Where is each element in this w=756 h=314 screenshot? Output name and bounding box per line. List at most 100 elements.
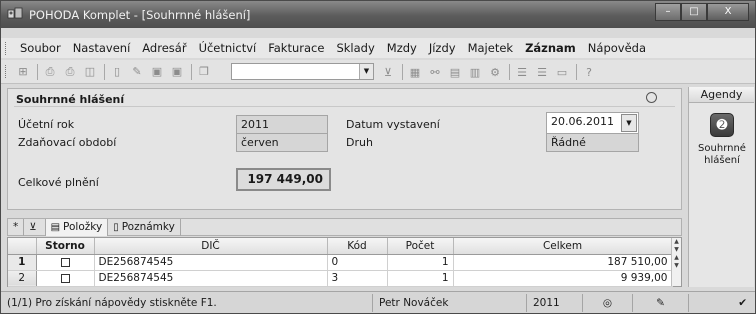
tab-poznamky-label: Poznámky — [121, 221, 175, 233]
pocet-cell[interactable]: 1 — [387, 254, 454, 271]
table-row[interactable]: 1 DE256874545 0 1 187 510,00 — [8, 254, 673, 271]
row-number[interactable]: 1 — [8, 254, 37, 271]
toolbar-separator — [576, 64, 577, 80]
save-copy-icon[interactable]: ▣ — [168, 64, 186, 80]
list-icon[interactable]: ☰ — [533, 64, 551, 80]
status-bar: (1/1) Pro získání nápovědy stiskněte F1.… — [1, 291, 755, 313]
edit-icon[interactable]: ✎ — [128, 64, 146, 80]
menu-ucetnictvi[interactable]: Účetnictví — [193, 41, 263, 55]
copy-icon[interactable]: ❐ — [195, 64, 213, 80]
kod-cell[interactable]: 0 — [327, 254, 388, 271]
agenda-item-souhrnne-hlaseni[interactable]: Souhrnné hlášení — [691, 143, 753, 167]
toolbar: ⊞ ⎙ ⎙ ◫ ▯ ✎ ▣ ▣ ❐ ▼ ⊻ ▦ ⚯ ▤ ▥ ⚙ ☰ ☰ ▭ ? — [1, 60, 755, 84]
minimize-button[interactable]: – — [655, 3, 681, 21]
print-preview-icon[interactable]: ⎙ — [41, 64, 59, 80]
toolbar-search-combo[interactable]: ▼ — [231, 63, 374, 80]
storno-checkbox[interactable] — [60, 273, 70, 283]
column-header-celkem[interactable]: Celkem — [453, 238, 673, 255]
column-header-storno[interactable]: Storno — [36, 238, 95, 255]
list-icon[interactable]: ☰ — [513, 64, 531, 80]
pin-icon[interactable] — [646, 92, 657, 103]
datum-vystaveni-field[interactable]: 20.06.2011 ▼ — [546, 112, 639, 134]
table-row[interactable]: 2 DE256874545 3 1 9 939,00 — [8, 270, 673, 287]
column-header-rownum — [8, 238, 37, 255]
filter-icon: ⊻ — [29, 221, 37, 233]
tab-star[interactable]: * — [8, 218, 25, 236]
column-header-pocet[interactable]: Počet — [387, 238, 454, 255]
dic-cell[interactable]: DE256874545 — [94, 254, 328, 271]
ucetni-rok-label: Účetní rok — [18, 118, 75, 131]
grid-scrollbar[interactable]: ▲ ▼ ▲ ▼ — [671, 238, 681, 286]
status-year: 2011 — [527, 293, 583, 312]
filter-tab[interactable]: ⊻ — [24, 218, 46, 236]
menu-fakturace[interactable]: Fakturace — [262, 41, 330, 55]
status-user: Petr Nováček — [373, 293, 527, 312]
zdanovaci-obdobi-field: červen — [236, 133, 328, 152]
menu-adresar[interactable]: Adresář — [136, 41, 192, 55]
summary-report-icon[interactable]: ➋ — [710, 113, 734, 137]
toolbar-separator — [402, 64, 403, 80]
toolbar-separator — [37, 63, 38, 80]
save-icon[interactable]: ▣ — [148, 64, 166, 80]
table-view-icon[interactable]: ▦ — [406, 64, 424, 80]
druh-field[interactable]: Řádné — [546, 133, 639, 152]
status-edit-icon[interactable]: ✎ — [633, 293, 689, 312]
chevron-down-icon[interactable]: ▼ — [359, 64, 373, 79]
agenda-icon[interactable]: ⊞ — [14, 64, 32, 80]
storno-checkbox[interactable] — [60, 257, 70, 267]
calculator-icon[interactable]: ▤ — [446, 64, 464, 80]
agenda-header[interactable]: Agendy — [689, 87, 754, 103]
zdanovaci-obdobi-label: Zdaňovací období — [18, 136, 117, 149]
dic-cell[interactable]: DE256874545 — [94, 270, 328, 287]
column-header-dic[interactable]: DIČ — [94, 238, 328, 255]
close-button[interactable]: X — [707, 3, 749, 21]
form-panel: Souhrnné hlášení Účetní rok 2011 Zdaňova… — [7, 88, 682, 210]
items-grid: Storno DIČ Kód Počet Celkem 1 DE25687454… — [7, 237, 682, 287]
chevron-down-icon[interactable]: ▼ — [621, 114, 637, 132]
link-icon[interactable]: ⚯ — [426, 64, 444, 80]
menu-nastaveni[interactable]: Nastavení — [67, 41, 137, 55]
report-icon[interactable]: ▥ — [466, 64, 484, 80]
storno-checkbox-cell — [36, 254, 95, 271]
new-record-icon[interactable]: ▯ — [108, 64, 126, 80]
status-pin-icon[interactable]: ◎ — [583, 293, 633, 312]
table-icon: ▤ — [50, 221, 61, 233]
menu-jizdy[interactable]: Jízdy — [423, 41, 462, 55]
tab-poznamky[interactable]: ▯ Poznámky — [108, 218, 181, 236]
row-number[interactable]: 2 — [8, 270, 37, 287]
menu-napoveda[interactable]: Nápověda — [582, 41, 652, 55]
toolbar-separator — [104, 63, 105, 80]
items-table: Storno DIČ Kód Počet Celkem 1 DE25687454… — [8, 238, 673, 287]
celkem-cell[interactable]: 187 510,00 — [453, 254, 673, 271]
toolbar-separator — [509, 64, 510, 80]
tab-polozky-label: Položky — [63, 221, 103, 233]
filter-icon[interactable]: ⊻ — [379, 64, 397, 80]
help-icon[interactable]: ? — [580, 64, 598, 80]
app-window: POHODA Komplet - [Souhrnné hlášení] – □ … — [0, 0, 756, 314]
menu-sklady[interactable]: Sklady — [330, 41, 380, 55]
celkem-cell[interactable]: 9 939,00 — [453, 270, 673, 287]
menu-zaznam[interactable]: Záznam — [519, 41, 582, 55]
document-icon[interactable]: ▭ — [553, 64, 571, 80]
note-icon: ▯ — [113, 221, 119, 233]
panel-divider — [14, 106, 675, 107]
preview-icon[interactable]: ◫ — [81, 64, 99, 80]
menu-mzdy[interactable]: Mzdy — [381, 41, 423, 55]
status-ok-icon[interactable]: ✔ — [689, 294, 753, 312]
tools-icon[interactable]: ⚙ — [486, 64, 504, 80]
print-icon[interactable]: ⎙ — [61, 64, 79, 80]
column-header-kod[interactable]: Kód — [327, 238, 388, 255]
kod-cell[interactable]: 3 — [327, 270, 388, 287]
ucetni-rok-field: 2011 — [236, 115, 328, 134]
title-bar[interactable]: POHODA Komplet - [Souhrnné hlášení] – □ … — [1, 1, 755, 28]
menu-soubor[interactable]: Soubor — [14, 41, 67, 55]
datum-vystaveni-value: 20.06.2011 — [551, 115, 614, 128]
menu-majetek[interactable]: Majetek — [462, 41, 519, 55]
agenda-item-label-line2: hlášení — [704, 155, 740, 166]
pocet-cell[interactable]: 1 — [387, 270, 454, 287]
toolbar-grip[interactable] — [5, 65, 8, 78]
maximize-button[interactable]: □ — [681, 3, 707, 21]
celkove-plneni-field: 197 449,00 — [236, 168, 331, 191]
menubar-grip[interactable] — [5, 41, 8, 55]
tab-polozky[interactable]: ▤ Položky — [45, 218, 109, 236]
